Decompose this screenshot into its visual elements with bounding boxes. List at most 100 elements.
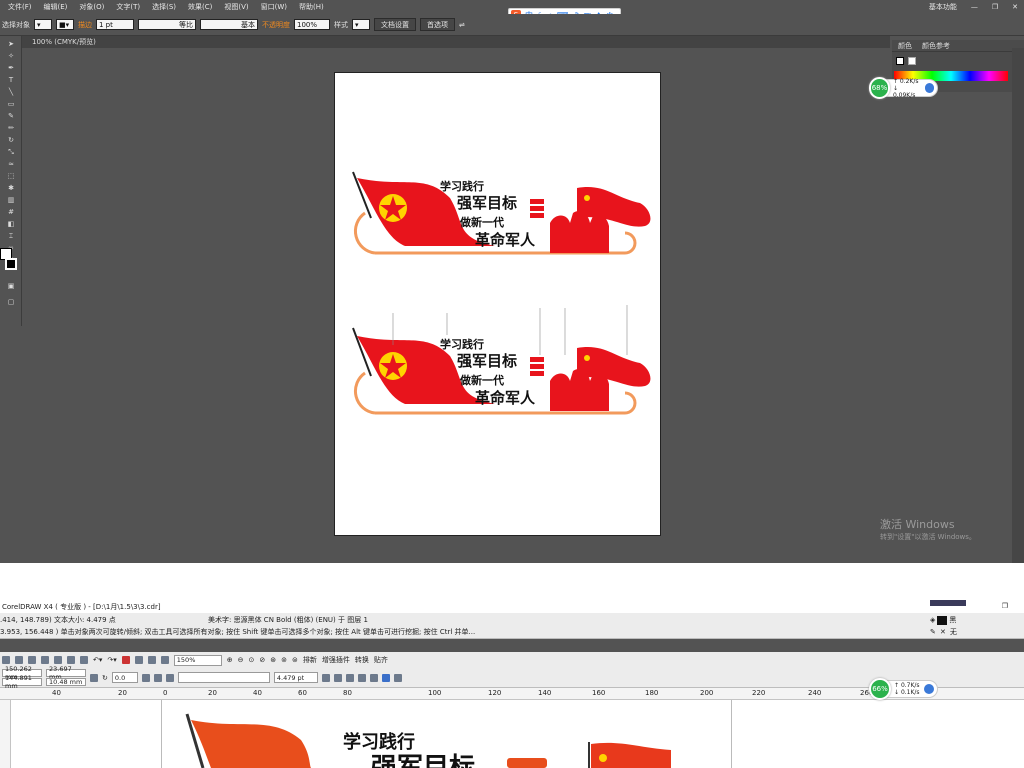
symbol-tool-icon[interactable]: ✱ (7, 184, 15, 192)
restore-icon[interactable]: ❐ (1002, 602, 1008, 610)
rotate-icon[interactable]: ↻ (102, 674, 108, 682)
panel-stroke-swatch[interactable] (908, 57, 916, 65)
redo-icon[interactable]: ↷▾ (107, 656, 116, 664)
mesh-tool-icon[interactable]: # (7, 208, 15, 216)
corel-canvas[interactable]: 学习践行 强军目标 (11, 700, 1024, 768)
print-icon[interactable] (41, 656, 49, 664)
menu-effect[interactable]: 效果(C) (188, 2, 212, 12)
font-family-select[interactable] (177, 672, 270, 683)
line-tool-icon[interactable]: ╲ (7, 88, 15, 96)
bold-icon[interactable] (321, 673, 330, 682)
minimize-icon[interactable]: — (971, 3, 978, 11)
zoom-width-icon[interactable]: ⊘ (259, 656, 265, 664)
gradient-tool-icon[interactable]: ◧ (7, 220, 15, 228)
opacity-input[interactable]: 100% (294, 19, 330, 30)
close-icon[interactable]: ✕ (1012, 3, 1018, 11)
undo-icon[interactable]: ↶▾ (93, 656, 102, 664)
bullet-icon[interactable] (369, 673, 378, 682)
stroke-label[interactable]: 描边 (78, 20, 92, 30)
free-transform-icon[interactable]: ⬚ (7, 172, 15, 180)
lock-ratio-icon[interactable] (90, 673, 98, 682)
scale-tool-icon[interactable]: ⤡ (7, 148, 15, 156)
rotate-tool-icon[interactable]: ↻ (7, 136, 15, 144)
boost-icon[interactable] (923, 684, 934, 694)
mirror-v-icon[interactable] (153, 673, 162, 682)
font-size-select[interactable]: 4.479 pt (273, 672, 318, 683)
menu-window[interactable]: 窗口(W) (261, 2, 287, 12)
type-tool-icon[interactable]: T (7, 76, 15, 84)
copy-icon[interactable] (67, 656, 75, 664)
stroke-swatch[interactable]: ■▾ (56, 19, 74, 30)
stroke-weight-input[interactable]: 1 pt (96, 19, 134, 30)
menu-edit[interactable]: 编辑(E) (44, 2, 68, 12)
tb-plugins[interactable]: 增强插件 (322, 655, 350, 665)
speed-widget-corel[interactable]: 66% ↑ 0.7K/s ↓ 0.1K/s (869, 678, 938, 700)
size-w-input[interactable]: 23.697 mm (46, 665, 86, 681)
tb-arrange[interactable]: 排新 (303, 655, 317, 665)
tb-convert[interactable]: 转换 (355, 655, 369, 665)
pos-y-input[interactable]: 144.891 mm (2, 674, 42, 690)
size-h-input[interactable]: 10.48 mm (46, 678, 86, 686)
zoom-all-icon[interactable]: ⊚ (281, 656, 287, 664)
paste-icon[interactable] (80, 656, 88, 664)
text-vertical-icon[interactable] (393, 673, 402, 682)
export-icon[interactable] (134, 656, 143, 664)
zoom-page-icon[interactable]: ⊙ (249, 656, 255, 664)
color-mode-icon[interactable]: ▣ (7, 282, 15, 290)
text-horizontal-icon[interactable] (381, 673, 390, 682)
tb-snap[interactable]: 贴齐 (374, 655, 388, 665)
doc-setup-button[interactable]: 文档设置 (374, 18, 416, 31)
zoom-sel-icon[interactable]: ⊜ (292, 656, 298, 664)
magic-wand-icon[interactable]: ✧ (7, 52, 15, 60)
zoom-height-icon[interactable]: ⊛ (270, 656, 276, 664)
artboard[interactable]: 学习践行 强军目标 做新一代 革命军人 学习践行 强军目标 做新一代 革命军人 (334, 72, 661, 536)
menu-help[interactable]: 帮助(H) (299, 2, 324, 12)
brush-tool-icon[interactable]: ✎ (7, 112, 15, 120)
rect-tool-icon[interactable]: ▭ (7, 100, 15, 108)
underline-icon[interactable] (345, 673, 354, 682)
eyedropper-icon[interactable]: ⌶ (7, 232, 15, 240)
outline-indicator[interactable]: ✎ ✕ 无 (930, 627, 957, 637)
panel-fill-swatch[interactable] (896, 57, 904, 65)
pencil-tool-icon[interactable]: ✏ (7, 124, 15, 132)
publish-icon[interactable] (147, 656, 156, 664)
graph-tool-icon[interactable]: ▥ (7, 196, 15, 204)
selection-tool-icon[interactable]: ➤ (7, 40, 15, 48)
pen-tool-icon[interactable]: ✒ (7, 64, 15, 72)
fill-swatch[interactable]: ▾ (34, 19, 52, 30)
italic-icon[interactable] (333, 673, 342, 682)
warp-tool-icon[interactable]: ≈ (7, 160, 15, 168)
restore-icon[interactable]: ❐ (992, 3, 998, 11)
align-icon[interactable] (357, 673, 366, 682)
document-tab[interactable]: 100% (CMYK/预览) (22, 36, 890, 48)
vertical-scrollbar[interactable] (1012, 48, 1024, 563)
font-preview-icon[interactable] (165, 673, 174, 682)
menu-view[interactable]: 视图(V) (224, 2, 248, 12)
zoom-in-icon[interactable]: ⊕ (227, 656, 233, 664)
variable-width-profile[interactable]: 等比 (138, 19, 196, 30)
speed-widget-ai[interactable]: 68% ↑ 0.2K/s ↓ 0.09K/s (869, 77, 938, 99)
cut-icon[interactable] (54, 656, 62, 664)
tab-color-guide[interactable]: 颜色参考 (922, 41, 950, 51)
zoom-out-icon[interactable]: ⊖ (238, 656, 244, 664)
mirror-h-icon[interactable] (141, 673, 150, 682)
import-icon[interactable] (121, 656, 130, 664)
screen-mode-icon[interactable]: ▢ (7, 298, 15, 306)
launcher-icon[interactable] (160, 656, 169, 664)
open-icon[interactable] (15, 656, 23, 664)
opacity-label[interactable]: 不透明度 (262, 20, 290, 30)
new-doc-icon[interactable] (2, 656, 10, 664)
angle-input[interactable]: 0.0 (111, 672, 138, 683)
preferences-button[interactable]: 首选项 (420, 18, 455, 31)
brush-definition[interactable]: 基本 (200, 19, 258, 30)
menu-object[interactable]: 对象(O) (79, 2, 104, 12)
menu-type[interactable]: 文字(T) (116, 2, 140, 12)
zoom-select[interactable]: 150% (173, 654, 222, 666)
arrange-icon[interactable]: ⇌ (459, 21, 465, 29)
style-swatch[interactable]: ▾ (352, 19, 370, 30)
menu-file[interactable]: 文件(F) (8, 2, 32, 12)
tab-color[interactable]: 颜色 (898, 41, 912, 51)
save-icon[interactable] (28, 656, 36, 664)
boost-icon[interactable] (924, 83, 934, 93)
menu-select[interactable]: 选择(S) (152, 2, 176, 12)
